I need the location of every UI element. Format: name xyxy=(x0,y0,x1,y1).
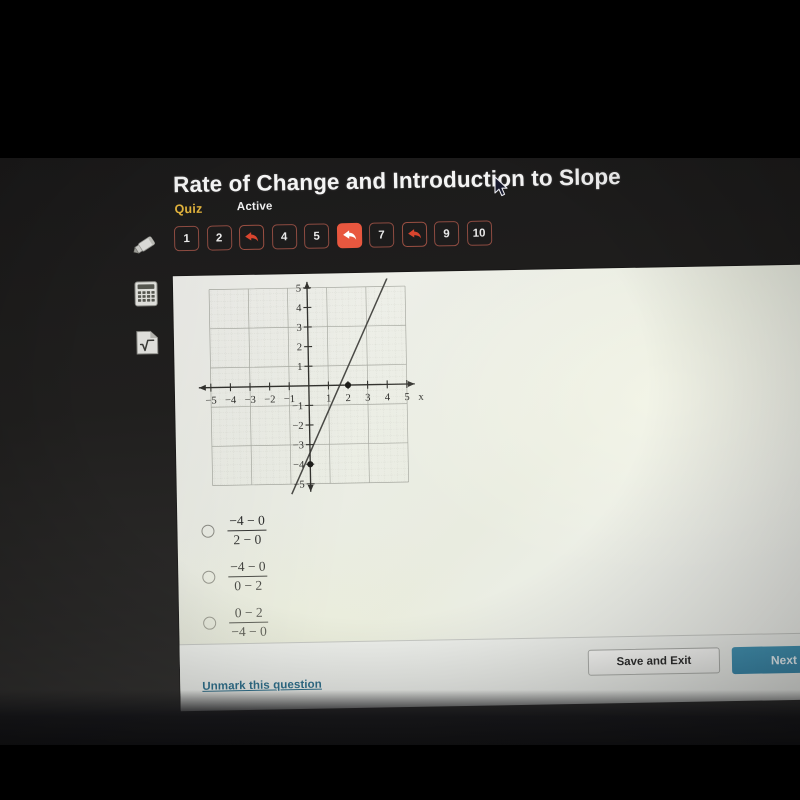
question-nav-item-5[interactable]: 5 xyxy=(303,223,330,249)
highlighter-tool-button[interactable] xyxy=(130,231,161,260)
fraction-numerator: −4 − 0 xyxy=(229,559,266,575)
answer-option-1[interactable]: −4 − 02 − 0 xyxy=(191,503,492,554)
flag-arrow-icon xyxy=(342,230,356,240)
question-nav-item-label: 9 xyxy=(443,227,450,240)
cursor-arrow-icon xyxy=(494,176,508,197)
y-tick-label: 3 xyxy=(296,323,301,334)
flag-arrow-icon xyxy=(407,229,421,239)
app-header: Rate of Change and Introduction to Slope… xyxy=(171,155,800,279)
highlighter-icon xyxy=(133,236,155,254)
question-nav-item-9[interactable]: 9 xyxy=(433,221,460,247)
coordinate-graph: −5 −4 −3 −2 −1 1 2 3 4 5 5 4 3 2 1 −1 −2 −3 −4 −5 x xyxy=(191,278,427,500)
y-tick-label: 4 xyxy=(296,303,302,314)
answer-option-fraction-2: −4 − 00 − 2 xyxy=(228,559,269,593)
y-tick-label: −1 xyxy=(292,401,303,412)
fraction-numerator: −4 − 0 xyxy=(229,513,265,529)
question-nav-item-label: 7 xyxy=(378,228,385,242)
y-tick-label: −5 xyxy=(293,480,304,491)
question-nav-item-label: 2 xyxy=(215,231,223,245)
answer-option-2[interactable]: −4 − 00 − 2 xyxy=(192,549,493,600)
x-tick-label: 3 xyxy=(365,393,370,404)
question-nav-item-3[interactable] xyxy=(238,224,265,251)
x-tick-label: 2 xyxy=(346,393,351,404)
fraction-numerator: 0 − 2 xyxy=(234,605,263,621)
y-tick-label: 1 xyxy=(297,362,302,373)
question-nav-item-4[interactable]: 4 xyxy=(271,224,297,250)
photo-bottom-letterbox xyxy=(0,745,800,800)
question-nav-item-1[interactable]: 1 xyxy=(173,225,200,252)
question-nav-item-label: 5 xyxy=(313,230,320,243)
application-screen: Rate of Change and Introduction to Slope… xyxy=(0,141,800,756)
fraction-denominator: 0 − 2 xyxy=(228,575,269,593)
save-and-exit-button[interactable]: Save and Exit xyxy=(587,647,721,676)
flag-arrow-icon xyxy=(245,232,259,242)
assignment-type-label: Quiz xyxy=(174,201,203,217)
x-tick-label: 1 xyxy=(326,393,331,404)
next-button[interactable]: Next xyxy=(731,645,800,675)
x-tick-label: −4 xyxy=(225,395,237,406)
answer-option-fraction-1: −4 − 02 − 0 xyxy=(227,513,268,547)
question-nav-item-7[interactable]: 7 xyxy=(368,222,395,248)
mouse-cursor xyxy=(494,176,510,203)
monitor-bottom-bezel xyxy=(0,690,800,750)
question-nav-item-6[interactable] xyxy=(336,222,362,249)
answer-option-radio-3[interactable] xyxy=(203,616,217,630)
y-tick-label: 2 xyxy=(297,342,302,353)
y-tick-label: −4 xyxy=(293,460,305,471)
answer-option-3[interactable]: 0 − 2 −4 − 0 xyxy=(193,594,494,645)
photo-top-letterbox xyxy=(0,0,800,158)
y-tick-label: −3 xyxy=(293,440,304,451)
fraction-denominator: 2 − 0 xyxy=(227,529,268,547)
screen-photo: Rate of Change and Introduction to Slope… xyxy=(0,0,800,800)
question-nav-item-label: 4 xyxy=(280,230,288,243)
y-tick-label: −2 xyxy=(292,421,303,432)
x-tick-label: −2 xyxy=(264,394,275,405)
question-nav-item-10[interactable]: 10 xyxy=(466,220,492,246)
equation-editor-tool-button[interactable] xyxy=(132,329,163,358)
calculator-icon xyxy=(134,281,158,307)
y-tick-label: 5 xyxy=(296,284,301,295)
question-nav-item-2[interactable]: 2 xyxy=(206,225,232,251)
tool-rail xyxy=(122,230,171,378)
answer-option-fraction-3: 0 − 2 −4 − 0 xyxy=(229,605,269,639)
assignment-meta: Quiz Active xyxy=(174,200,272,220)
x-tick-label: 4 xyxy=(385,392,391,403)
x-tick-label: −5 xyxy=(205,396,216,407)
x-axis-label: x xyxy=(418,392,424,403)
calculator-tool-button[interactable] xyxy=(131,280,162,309)
question-nav-item-8[interactable] xyxy=(401,221,427,248)
question-nav-item-label: 10 xyxy=(472,227,486,240)
question-navigation: 1 2 4 5 7 9 10 xyxy=(173,220,492,252)
answer-option-radio-2[interactable] xyxy=(202,570,216,584)
fraction-denominator: −4 − 0 xyxy=(229,621,269,639)
x-tick-label: 5 xyxy=(404,392,409,403)
x-tick-label: −3 xyxy=(245,395,256,406)
equation-editor-icon xyxy=(135,330,158,355)
assignment-status-label: Active xyxy=(236,200,273,214)
page-title: Rate of Change and Introduction to Slope xyxy=(172,164,622,198)
question-nav-item-label: 1 xyxy=(183,232,190,245)
graph-svg: −5 −4 −3 −2 −1 1 2 3 4 5 54321−1−2−3−4−5 x xyxy=(198,278,425,495)
answer-option-radio-1[interactable] xyxy=(201,524,215,538)
